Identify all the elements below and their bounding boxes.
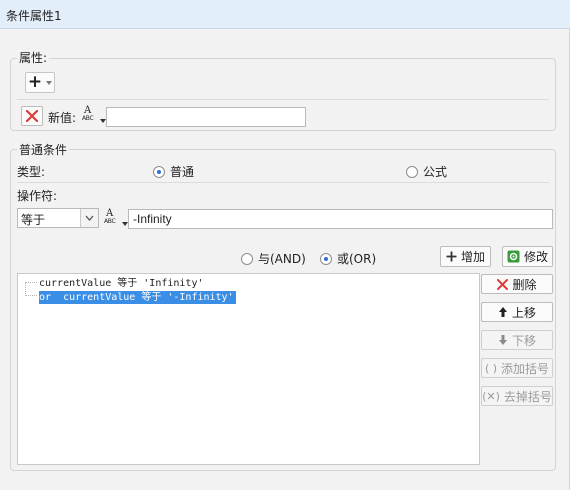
type-normal-label: 普通 — [170, 165, 195, 179]
move-down-label: 下移 — [511, 333, 536, 348]
move-down-button[interactable]: 下移 — [481, 330, 553, 350]
attributes-group-title: 属性: — [17, 49, 50, 66]
radio-selected-icon — [153, 165, 165, 178]
tree-connector — [25, 295, 37, 296]
type-formula-label: 公式 — [423, 165, 448, 179]
operand-type-icon[interactable]: A ABC — [104, 208, 128, 228]
move-up-label: 上移 — [511, 305, 536, 320]
remove-bracket-button[interactable]: (✕) 去掉括号 — [481, 386, 553, 406]
condition-attributes-panel: 属性: + 新值: A ABC 普通条件 类型: 普通 公式 操作符: 等于 AA… — [0, 29, 570, 490]
title-bar: 条件属性1 — [0, 0, 570, 29]
type-formula-radio[interactable]: 公式 — [406, 163, 447, 180]
window-title: 条件属性1 — [6, 9, 62, 23]
operator-value: 等于 — [21, 213, 46, 227]
chevron-down-icon — [46, 80, 53, 85]
add-bracket-button[interactable]: ( ) 添加括号 — [481, 358, 553, 378]
normal-condition-title: 普通条件 — [17, 141, 70, 158]
close-icon — [497, 278, 509, 290]
add-bracket-label: 添加括号 — [501, 361, 550, 376]
add-condition-label: 增加 — [460, 250, 485, 264]
type-label: 类型: — [17, 165, 46, 179]
radio-selected-icon — [320, 252, 332, 265]
close-icon — [26, 110, 38, 122]
arrow-down-icon — [498, 335, 507, 345]
tree-connector — [25, 282, 37, 283]
divider — [17, 99, 549, 100]
remove-bracket-icon: (✕) — [482, 389, 500, 403]
modify-condition-button[interactable]: 修改 — [502, 246, 553, 267]
value-type-icon[interactable]: A ABC — [82, 105, 106, 125]
operator-label: 操作符: — [17, 189, 58, 203]
remove-attribute-button[interactable] — [21, 106, 43, 126]
modify-condition-label: 修改 — [523, 250, 548, 264]
move-up-button[interactable]: 上移 — [481, 302, 553, 322]
radio-unselected-icon — [241, 252, 253, 265]
tree-connector — [25, 282, 26, 296]
divider — [17, 182, 549, 183]
type-normal-radio[interactable]: 普通 — [153, 163, 194, 180]
delete-label: 删除 — [512, 277, 537, 292]
logic-or-radio[interactable]: 或(OR) — [320, 250, 376, 267]
operand-input[interactable]: -Infinity — [128, 209, 553, 229]
new-value-input[interactable] — [106, 107, 306, 127]
add-condition-button[interactable]: 增加 — [440, 246, 491, 267]
plus-icon — [446, 251, 457, 262]
logic-or-label: 或(OR) — [337, 252, 377, 266]
condition-row-selected[interactable]: or currentValue 等于 '-Infinity' — [39, 291, 236, 304]
radio-unselected-icon — [406, 165, 418, 178]
operator-select[interactable]: 等于 — [17, 208, 99, 228]
arrow-up-icon — [498, 307, 507, 317]
new-value-label: 新值: — [48, 111, 77, 125]
condition-row[interactable]: currentValue 等于 'Infinity' — [39, 277, 204, 290]
plus-icon: + — [27, 72, 43, 92]
remove-bracket-label: 去掉括号 — [503, 389, 552, 404]
logic-and-label: 与(AND) — [258, 252, 306, 266]
bracket-icon: ( ) — [484, 361, 498, 375]
add-attribute-button[interactable]: + — [25, 72, 55, 93]
condition-list[interactable]: currentValue 等于 'Infinity' or currentVal… — [17, 273, 480, 465]
gear-edit-icon — [507, 250, 520, 263]
chevron-down-icon[interactable] — [80, 209, 98, 227]
delete-button[interactable]: 删除 — [481, 274, 553, 294]
logic-and-radio[interactable]: 与(AND) — [241, 250, 306, 267]
